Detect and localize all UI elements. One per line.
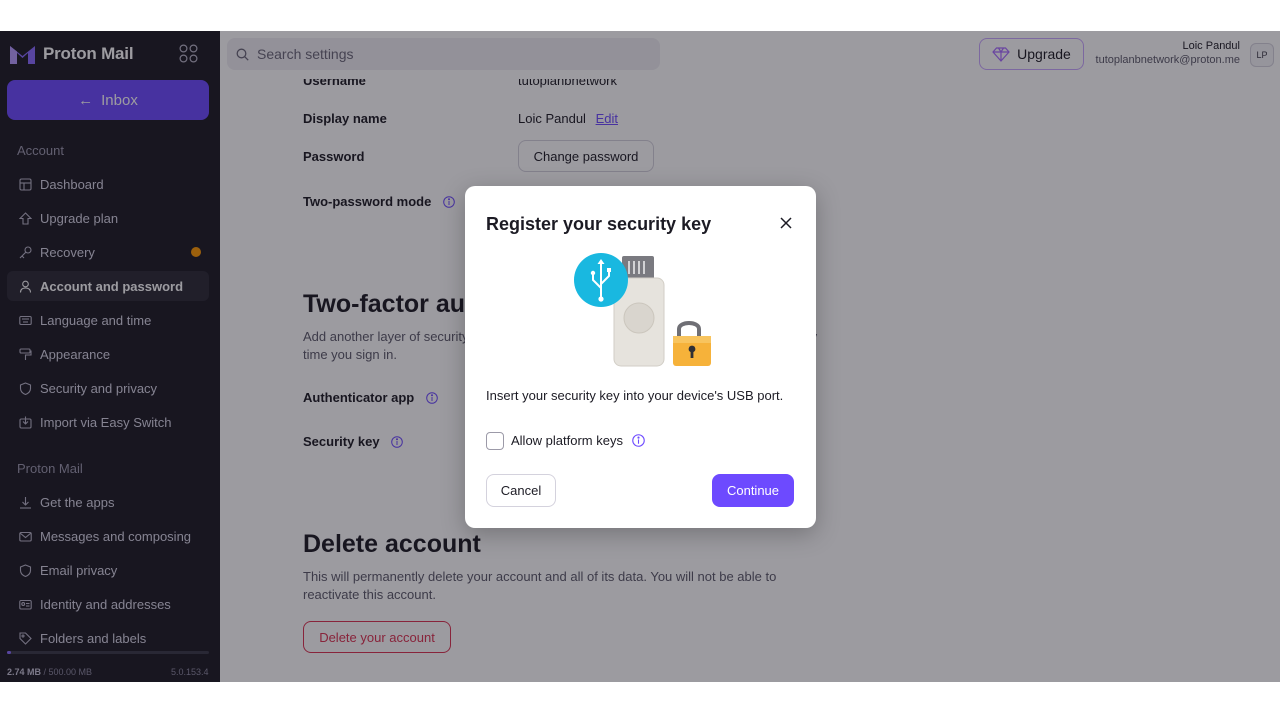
cancel-button[interactable]: Cancel — [486, 474, 556, 507]
continue-button[interactable]: Continue — [712, 474, 794, 507]
app-window: Proton Mail ← Inbox Account Dashboard Up… — [0, 31, 1280, 682]
allow-platform-keys-label[interactable]: Allow platform keys — [511, 433, 623, 448]
allow-platform-keys-checkbox[interactable] — [486, 432, 504, 450]
close-icon[interactable] — [778, 215, 794, 231]
dialog-title: Register your security key — [486, 214, 712, 234]
register-security-key-dialog: Register your security key Insert your s… — [465, 186, 816, 528]
security-key-illustration-icon — [574, 253, 711, 367]
dialog-instruction: Insert your security key into your devic… — [486, 388, 784, 403]
modal-backdrop[interactable]: Register your security key Insert your s… — [0, 31, 1280, 682]
info-icon[interactable] — [632, 434, 645, 447]
